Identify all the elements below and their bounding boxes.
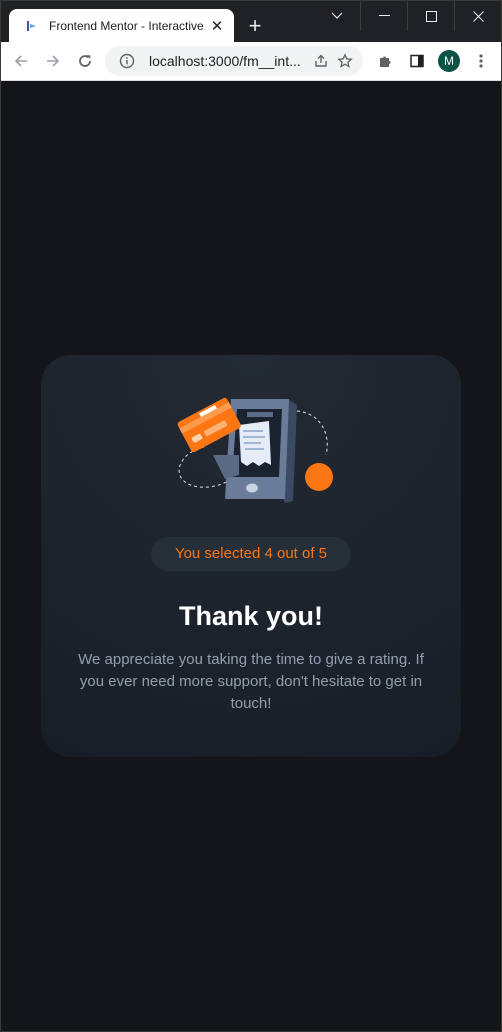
browser-toolbar: localhost:3000/fm__int... M bbox=[1, 42, 501, 81]
new-tab-icon[interactable]: + bbox=[244, 13, 266, 38]
star-icon[interactable] bbox=[333, 49, 357, 73]
puzzle-icon[interactable] bbox=[369, 45, 401, 77]
page-title: Thank you! bbox=[178, 601, 323, 631]
tab-close-icon[interactable]: ✕ bbox=[208, 17, 226, 35]
side-panel-icon[interactable] bbox=[401, 45, 433, 77]
close-window-icon[interactable] bbox=[455, 1, 501, 31]
thank-you-card: You selected 4 out of 5 Thank you! We ap… bbox=[41, 355, 461, 757]
kebab-menu-icon[interactable] bbox=[465, 45, 497, 77]
page-viewport: You selected 4 out of 5 Thank you! We ap… bbox=[1, 81, 501, 1031]
payment-illustration-icon bbox=[169, 395, 333, 505]
arrow-left-icon[interactable] bbox=[5, 45, 37, 77]
browser-tab[interactable]: Frontend Mentor - Interactive ✕ bbox=[9, 9, 234, 42]
frontend-mentor-icon bbox=[23, 18, 39, 34]
tab-search-icon[interactable] bbox=[314, 1, 360, 31]
browser-window: Frontend Mentor - Interactive ✕ + localh… bbox=[0, 0, 502, 1032]
minimize-icon[interactable] bbox=[361, 1, 407, 31]
avatar: M bbox=[438, 50, 460, 72]
window-controls bbox=[314, 1, 501, 31]
url-text[interactable]: localhost:3000/fm__int... bbox=[149, 53, 309, 69]
maximize-icon[interactable] bbox=[408, 1, 454, 31]
share-icon[interactable] bbox=[309, 49, 333, 73]
info-icon[interactable] bbox=[115, 49, 139, 73]
title-bar: Frontend Mentor - Interactive ✕ + bbox=[1, 1, 501, 42]
reload-icon[interactable] bbox=[69, 45, 101, 77]
arrow-right-icon[interactable] bbox=[37, 45, 69, 77]
rating-selected-badge: You selected 4 out of 5 bbox=[151, 537, 351, 571]
profile-button[interactable]: M bbox=[433, 45, 465, 77]
tab-title: Frontend Mentor - Interactive bbox=[49, 18, 204, 33]
address-bar[interactable]: localhost:3000/fm__int... bbox=[105, 46, 363, 76]
thank-you-message: We appreciate you taking the time to giv… bbox=[78, 651, 424, 712]
